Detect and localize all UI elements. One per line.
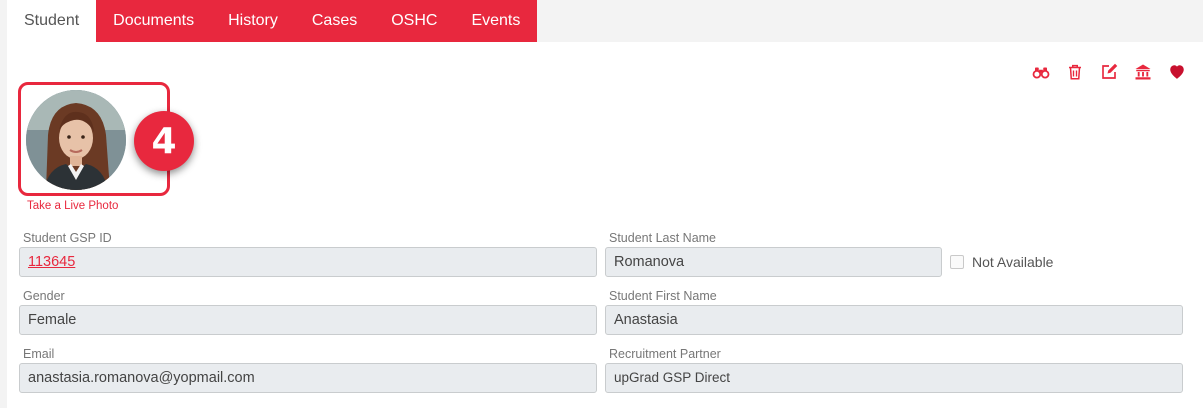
bank-icon[interactable] bbox=[1133, 62, 1153, 82]
tab-events[interactable]: Events bbox=[454, 0, 538, 42]
student-panel: 4 Take a Live Photo Student GSP ID 11364… bbox=[7, 42, 1203, 408]
email-field[interactable]: anastasia.romanova@yopmail.com bbox=[19, 363, 597, 393]
last-name-field[interactable]: Romanova bbox=[605, 247, 942, 277]
gsp-id-label: Student GSP ID bbox=[23, 231, 112, 245]
tab-bar: Student Documents History Cases OSHC Eve… bbox=[7, 0, 538, 42]
email-label: Email bbox=[23, 347, 55, 361]
edit-icon[interactable] bbox=[1099, 62, 1119, 82]
action-toolbar bbox=[1031, 62, 1187, 82]
first-name-field[interactable]: Anastasia bbox=[605, 305, 1183, 335]
avatar[interactable] bbox=[26, 90, 126, 190]
first-name-label: Student First Name bbox=[609, 289, 717, 303]
tab-oshc[interactable]: OSHC bbox=[374, 0, 455, 42]
tab-student[interactable]: Student bbox=[7, 0, 97, 42]
tab-history[interactable]: History bbox=[211, 0, 295, 42]
gsp-id-link[interactable]: 113645 bbox=[28, 254, 75, 270]
photo-frame: 4 bbox=[18, 82, 194, 196]
tab-documents[interactable]: Documents bbox=[96, 0, 212, 42]
heart-icon[interactable] bbox=[1167, 62, 1187, 82]
step-badge: 4 bbox=[134, 111, 194, 171]
binoculars-icon[interactable] bbox=[1031, 62, 1051, 82]
gender-field[interactable]: Female bbox=[19, 305, 597, 335]
not-available-option: Not Available bbox=[950, 254, 1053, 270]
recruitment-partner-field[interactable]: upGrad GSP Direct bbox=[605, 363, 1183, 393]
gender-label: Gender bbox=[23, 289, 65, 303]
partner-label: Recruitment Partner bbox=[609, 347, 721, 361]
last-name-label: Student Last Name bbox=[609, 231, 717, 245]
not-available-label: Not Available bbox=[972, 254, 1054, 270]
gsp-id-field: 113645 bbox=[19, 247, 597, 277]
trash-icon[interactable] bbox=[1065, 62, 1085, 82]
take-live-photo-link[interactable]: Take a Live Photo bbox=[27, 200, 118, 212]
not-available-checkbox[interactable] bbox=[950, 255, 964, 269]
tab-cases[interactable]: Cases bbox=[294, 0, 375, 42]
